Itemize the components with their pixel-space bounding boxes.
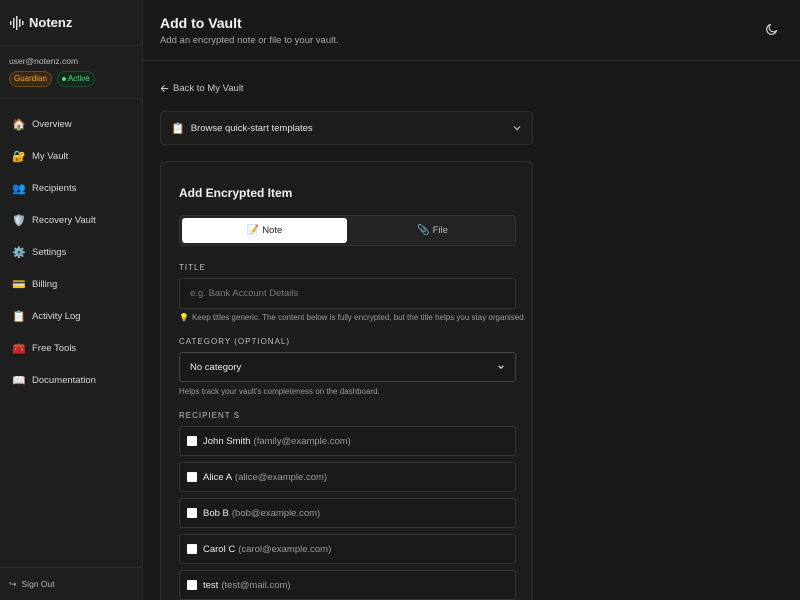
sidebar-item-recipients[interactable]: 👥 Recipients [0,172,142,204]
recipient-name: test [203,579,219,591]
sidebar-item-label: Settings [32,246,67,258]
checkbox[interactable] [187,472,197,482]
recipient-email: (alice@example.com) [235,471,328,483]
sidebar-item-settings[interactable]: ⚙️ Settings [0,236,142,268]
sidebar-item-label: Recipients [32,182,77,194]
category-selected-value: No category [190,361,242,373]
page-title: Add to Vault [160,15,242,31]
checkbox[interactable] [187,508,197,518]
checkbox[interactable] [187,544,197,554]
sidebar-item-label: My Vault [32,150,69,162]
moon-icon[interactable] [765,22,779,36]
recipient-name: Carol C [203,543,236,555]
templates-dropdown[interactable]: 📋 Browse quick-start templates [160,111,533,145]
logo-icon [10,15,24,30]
lightbulb-icon: 💡 [179,313,189,322]
sidebar-item-label: Overview [32,118,72,130]
credit-card-icon: 💳 [12,278,26,291]
sign-out-button[interactable]: ↪ Sign Out [0,567,142,600]
toolbox-icon: 🧰 [12,342,26,355]
chevron-down-icon [513,126,521,131]
recipient-option[interactable]: Alice A (alice@example.com) [179,462,516,492]
checkbox[interactable] [187,580,197,590]
home-icon: 🏠 [12,118,26,131]
sidebar-item-documentation[interactable]: 📖 Documentation [0,364,142,396]
tab-note[interactable]: 📝 Note [182,218,347,243]
recipient-email: (carol@example.com) [238,543,332,555]
user-email: user@notenz.com [9,56,79,66]
page-subtitle: Add an encrypted note or file to your va… [160,35,339,46]
sign-out-label: Sign Out [21,579,55,589]
back-to-vault-link[interactable]: Back to My Vault [160,83,244,94]
users-icon: 👥 [12,182,26,195]
plan-badge: Guardian [9,71,52,87]
title-label: TITLE [179,263,206,272]
sidebar-nav: 🏠 Overview 🔐 My Vault 👥 Recipients 🛡️ Recove… [0,99,142,396]
sidebar-item-label: Recovery Vault [32,214,96,226]
recipient-option[interactable]: Bob B (bob@example.com) [179,498,516,528]
item-type-toggle: 📝 Note 📎 File [179,215,516,246]
title-hint-text: Keep titles generic. The content below i… [191,313,526,322]
sidebar-item-label: Activity Log [32,310,81,322]
title-hint: 💡 Keep titles generic. The content below… [179,313,526,322]
recipient-option[interactable]: John Smith (family@example.com) [179,426,516,456]
recipient-name: Bob B [203,507,229,519]
back-link-label: Back to My Vault [173,83,244,94]
status-badge: Active [56,71,95,87]
memo-icon: 📝 [246,225,260,236]
status-dot-icon [61,77,66,81]
brand[interactable]: Notenz [0,0,142,46]
category-label: CATEGORY (OPTIONAL) [179,337,291,346]
sidebar-item-label: Free Tools [32,342,77,354]
sidebar-item-recovery-vault[interactable]: 🛡️ Recovery Vault [0,204,142,236]
sidebar-item-activity-log[interactable]: 📋 Activity Log [0,300,142,332]
sidebar-item-label: Documentation [32,374,96,386]
recipient-email: (bob@example.com) [231,507,321,519]
add-item-form: Add Encrypted Item 📝 Note 📎 File TITLE 💡… [160,161,533,600]
app-name: Notenz [29,15,73,30]
lock-icon: 🔐 [12,150,26,163]
gear-icon: ⚙️ [12,246,26,259]
status-badge-label: Active [67,74,90,83]
tab-note-label: Note [262,225,283,236]
checkbox[interactable] [187,436,197,446]
recipient-name: Alice A [203,471,233,483]
recipient-name: John Smith [203,435,251,447]
sign-out-icon: ↪ [9,578,17,589]
clipboard-icon: 📋 [171,122,185,135]
recipient-option[interactable]: Carol C (carol@example.com) [179,534,516,564]
user-info: user@notenz.com Guardian Active [0,46,142,99]
tab-file-label: File [432,225,448,236]
recipient-option[interactable]: test (test@mail.com) [179,570,516,600]
tab-file[interactable]: 📎 File [350,218,515,243]
chevron-down-icon [498,365,504,370]
recipients-label: RECIPIENT S [179,411,241,420]
arrow-left-icon [160,84,169,93]
book-icon: 📖 [12,374,26,387]
sidebar-item-free-tools[interactable]: 🧰 Free Tools [0,332,142,364]
templates-label: Browse quick-start templates [190,122,313,134]
form-title: Add Encrypted Item [179,186,293,200]
sidebar-item-overview[interactable]: 🏠 Overview [0,108,142,140]
recipient-email: (family@example.com) [253,435,351,447]
page-header: Add to Vault Add an encrypted note or fi… [143,0,800,61]
shield-icon: 🛡️ [12,214,26,227]
sidebar-item-my-vault[interactable]: 🔐 My Vault [0,140,142,172]
sidebar: Notenz user@notenz.com Guardian Active 🏠… [0,0,143,600]
title-input[interactable] [179,278,516,309]
sidebar-item-label: Billing [32,278,58,290]
category-select[interactable]: No category [179,352,516,382]
recipient-email: (test@mail.com) [221,579,291,591]
clipboard-icon: 📋 [12,310,26,323]
category-hint: Helps track your vault's completeness on… [179,387,380,396]
paperclip-icon: 📎 [417,225,430,236]
sidebar-item-billing[interactable]: 💳 Billing [0,268,142,300]
